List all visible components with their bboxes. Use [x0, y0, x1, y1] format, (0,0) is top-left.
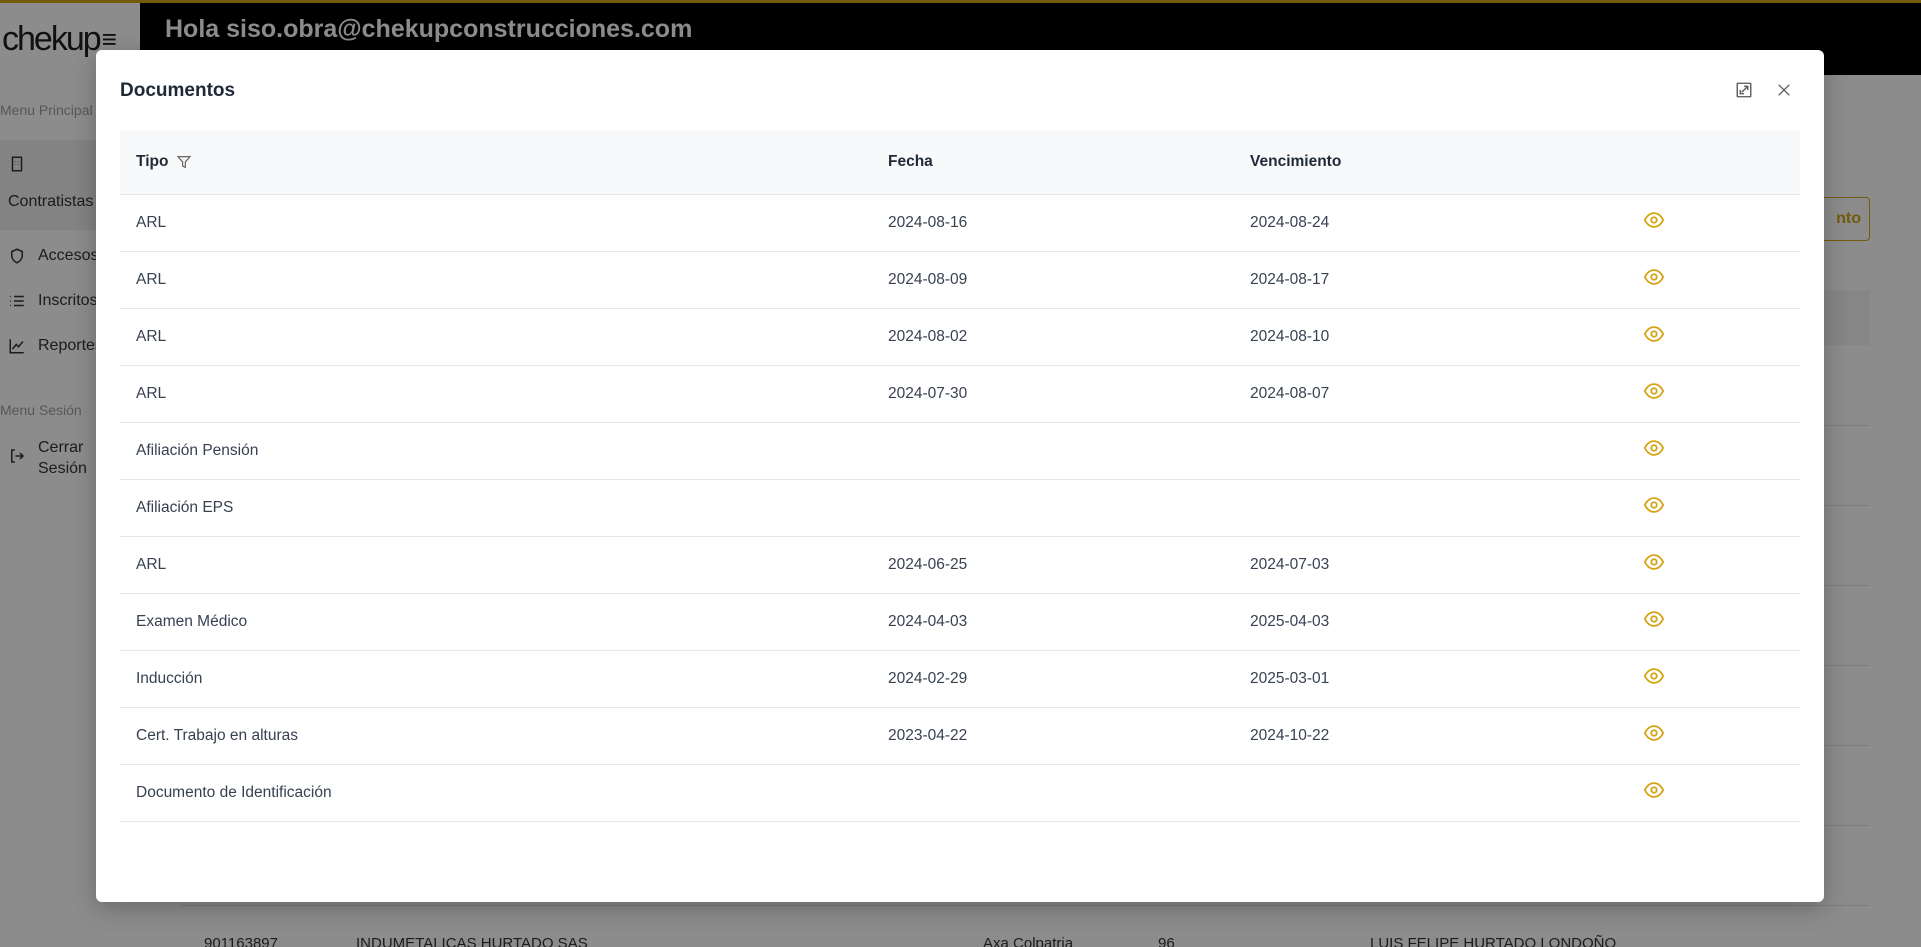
- cell-tipo: ARL: [136, 328, 167, 345]
- documents-modal: Documentos Tipo Fecha Vencimiento ARL 20…: [96, 50, 1824, 902]
- table-row: ARL 2024-08-16 2024-08-24: [120, 195, 1800, 252]
- view-document-button[interactable]: [1643, 437, 1665, 459]
- view-document-button[interactable]: [1643, 608, 1665, 630]
- view-document-button[interactable]: [1643, 551, 1665, 573]
- cell-fecha: 2024-07-30: [888, 385, 968, 402]
- cell-tipo: Examen Médico: [136, 613, 248, 630]
- cell-tipo: Inducción: [136, 670, 203, 687]
- view-document-button[interactable]: [1643, 209, 1665, 231]
- eye-icon: [1643, 554, 1665, 570]
- eye-icon: [1643, 668, 1665, 684]
- cell-tipo: Afiliación Pensión: [136, 442, 259, 459]
- table-header: Tipo Fecha Vencimiento: [120, 130, 1800, 195]
- table-body: ARL 2024-08-16 2024-08-24 ARL 2024-08-09 2024…: [120, 195, 1800, 822]
- eye-icon: [1643, 269, 1665, 285]
- eye-icon: [1643, 497, 1665, 513]
- cell-fecha: 2023-04-22: [888, 727, 968, 744]
- expand-icon: [1736, 82, 1752, 98]
- view-document-button[interactable]: [1643, 665, 1665, 687]
- modal-title: Documentos: [120, 80, 236, 101]
- view-document-button[interactable]: [1643, 380, 1665, 402]
- table-row: ARL 2024-06-25 2024-07-03: [120, 537, 1800, 594]
- cell-vencimiento: 2024-08-24: [1250, 214, 1330, 231]
- documents-table: Tipo Fecha Vencimiento ARL 2024-08-16 2024…: [120, 130, 1800, 822]
- column-vencimiento: Vencimiento: [1250, 153, 1342, 170]
- cell-fecha: 2024-08-16: [888, 214, 968, 231]
- cell-fecha: 2024-06-25: [888, 556, 968, 573]
- table-row: ARL 2024-08-09 2024-08-17: [120, 252, 1800, 309]
- cell-fecha: 2024-08-02: [888, 328, 968, 345]
- eye-icon: [1643, 725, 1665, 741]
- cell-tipo: Documento de Identificación: [136, 784, 332, 801]
- cell-tipo: ARL: [136, 556, 167, 573]
- column-tipo: Tipo: [136, 130, 192, 194]
- column-fecha: Fecha: [888, 153, 933, 170]
- cell-vencimiento: 2024-08-10: [1250, 328, 1330, 345]
- view-document-button[interactable]: [1643, 266, 1665, 288]
- cell-vencimiento: 2025-03-01: [1250, 670, 1330, 687]
- table-row: ARL 2024-07-30 2024-08-07: [120, 366, 1800, 423]
- expand-button[interactable]: [1732, 78, 1756, 102]
- cell-vencimiento: 2024-07-03: [1250, 556, 1330, 573]
- cell-vencimiento: 2024-08-17: [1250, 271, 1330, 288]
- cell-vencimiento: 2024-08-07: [1250, 385, 1330, 402]
- cell-fecha: 2024-08-09: [888, 271, 968, 288]
- eye-icon: [1643, 212, 1665, 228]
- cell-tipo: Afiliación EPS: [136, 499, 234, 516]
- app-root: Hola siso.obra@chekupconstrucciones.com …: [0, 0, 1921, 947]
- eye-icon: [1643, 782, 1665, 798]
- view-document-button[interactable]: [1643, 323, 1665, 345]
- eye-icon: [1643, 440, 1665, 456]
- close-icon: [1778, 84, 1790, 96]
- cell-tipo: ARL: [136, 385, 167, 402]
- view-document-button[interactable]: [1643, 722, 1665, 744]
- eye-icon: [1643, 383, 1665, 399]
- close-button[interactable]: [1772, 78, 1796, 102]
- cell-tipo: ARL: [136, 271, 167, 288]
- filter-icon[interactable]: [176, 154, 192, 170]
- cell-vencimiento: 2024-10-22: [1250, 727, 1330, 744]
- table-row: Cert. Trabajo en alturas 2023-04-22 2024-1…: [120, 708, 1800, 765]
- cell-tipo: ARL: [136, 214, 167, 231]
- table-row: Inducción 2024-02-29 2025-03-01: [120, 651, 1800, 708]
- column-tipo-label: Tipo: [136, 153, 169, 170]
- table-row: Documento de Identificación: [120, 765, 1800, 822]
- cell-vencimiento: 2025-04-03: [1250, 613, 1330, 630]
- cell-fecha: 2024-02-29: [888, 670, 968, 687]
- table-row: Afiliación EPS: [120, 480, 1800, 537]
- view-document-button[interactable]: [1643, 779, 1665, 801]
- cell-fecha: 2024-04-03: [888, 613, 968, 630]
- cell-tipo: Cert. Trabajo en alturas: [136, 727, 298, 744]
- eye-icon: [1643, 611, 1665, 627]
- table-row: ARL 2024-08-02 2024-08-10: [120, 309, 1800, 366]
- view-document-button[interactable]: [1643, 494, 1665, 516]
- table-row: Afiliación Pensión: [120, 423, 1800, 480]
- table-row: Examen Médico 2024-04-03 2025-04-03: [120, 594, 1800, 651]
- eye-icon: [1643, 326, 1665, 342]
